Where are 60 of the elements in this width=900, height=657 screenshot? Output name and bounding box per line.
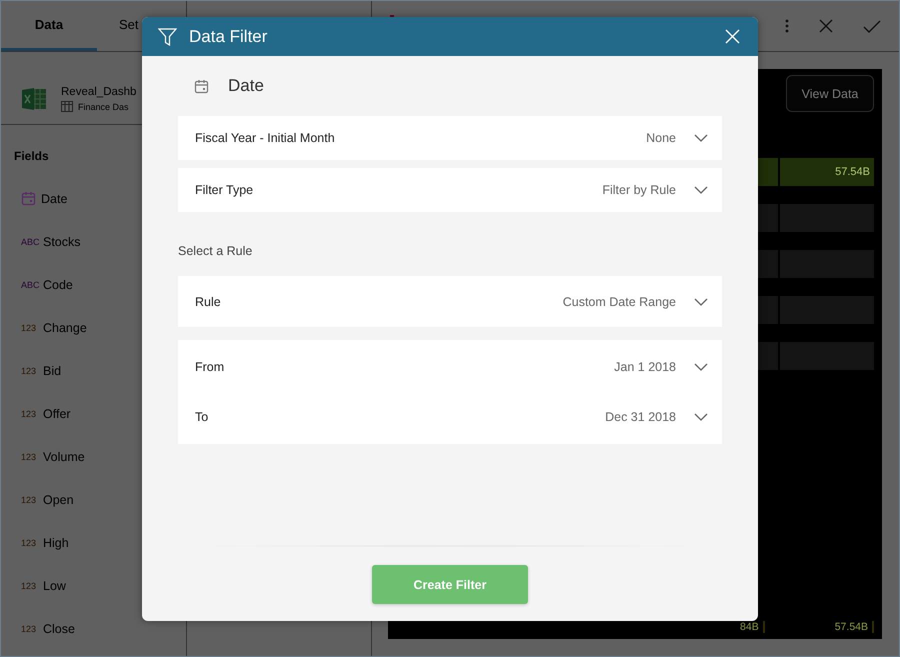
- chevron-down-icon: [694, 186, 708, 194]
- close-icon[interactable]: [819, 19, 833, 33]
- dropdown-label: Fiscal Year - Initial Month: [195, 131, 335, 145]
- dropdown-value: Dec 31 2018: [605, 410, 676, 424]
- calendar-icon: [21, 191, 36, 206]
- chevron-down-icon: [694, 413, 708, 421]
- dropdown-row[interactable]: Filter Type Filter by Rule: [178, 168, 722, 212]
- fields-heading: Fields: [13, 148, 50, 165]
- section-heading: Select a Rule: [178, 243, 254, 260]
- total-value: 57.54B: [834, 621, 874, 633]
- filter-icon: [158, 28, 177, 46]
- field-name[interactable]: Stocks: [43, 234, 81, 248]
- dialog-title: Data Filter: [189, 26, 268, 46]
- close-button[interactable]: [725, 29, 740, 44]
- calendar-icon: [194, 78, 209, 94]
- field-name[interactable]: Change: [43, 320, 87, 334]
- sheet-name: Finance Das: [78, 102, 129, 112]
- value-cell: 57.54B: [780, 158, 874, 186]
- dropdown-label: Rule: [195, 294, 221, 308]
- dropdown-label: From: [195, 360, 224, 374]
- text-type-label: ABC: [21, 280, 38, 290]
- field-name[interactable]: High: [43, 536, 69, 550]
- view-data-button[interactable]: View Data: [786, 75, 874, 112]
- chevron-down-icon: [694, 134, 708, 142]
- text-type-label: ABC: [21, 236, 38, 246]
- chevron-down-icon: [694, 298, 708, 306]
- dropdown-row[interactable]: Rule Custom Date Range: [178, 276, 722, 327]
- sidebar-tab[interactable]: Set: [97, 1, 145, 51]
- field-title: Date: [228, 76, 264, 96]
- number-type-label: 123: [21, 624, 38, 634]
- number-type-label: 123: [21, 408, 38, 418]
- create-filter-button[interactable]: Create Filter: [372, 565, 528, 604]
- field-name[interactable]: Code: [43, 278, 73, 292]
- check-icon[interactable]: [863, 20, 881, 32]
- dropdown-row[interactable]: Fiscal Year - Initial Month None: [178, 116, 722, 160]
- data-source-name: Reveal_Dashb: [61, 86, 136, 98]
- sidebar-tab[interactable]: Data: [1, 1, 97, 51]
- number-type-label: 123: [21, 494, 38, 504]
- field-name[interactable]: Date: [41, 192, 68, 206]
- number-type-label: 123: [21, 452, 38, 462]
- dropdown-label: To: [195, 410, 208, 424]
- field-name[interactable]: Bid: [43, 364, 62, 378]
- field-name[interactable]: Offer: [43, 406, 71, 420]
- number-type-label: 123: [21, 366, 38, 376]
- field-name[interactable]: Close: [43, 622, 75, 636]
- table-icon: [61, 101, 73, 112]
- field-name[interactable]: Low: [43, 578, 66, 592]
- dropdown-value: None: [646, 131, 676, 145]
- dropdown-value: Filter by Rule: [602, 183, 676, 197]
- number-type-label: 123: [21, 322, 38, 332]
- dropdown-label: Filter Type: [195, 183, 254, 197]
- number-type-label: 123: [21, 580, 38, 590]
- spreadsheet-icon: [21, 86, 47, 112]
- chevron-down-icon: [694, 363, 708, 371]
- number-type-label: 123: [21, 538, 38, 548]
- field-name[interactable]: Open: [43, 492, 74, 506]
- field-name[interactable]: Volume: [43, 450, 85, 464]
- dropdown-value: Custom Date Range: [562, 294, 676, 308]
- dropdown-value: Jan 1 2018: [614, 360, 676, 374]
- more-icon[interactable]: [785, 19, 789, 33]
